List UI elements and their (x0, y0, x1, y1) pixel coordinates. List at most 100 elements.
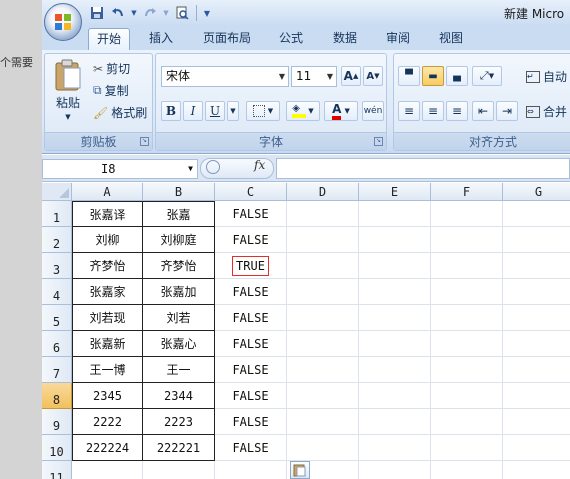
cell-g3[interactable] (503, 253, 570, 279)
redo-icon[interactable] (141, 4, 159, 22)
name-box[interactable]: I8 ▼ (42, 159, 198, 179)
fill-color-button[interactable]: ◈ ▼ (286, 101, 320, 121)
customize-qat-icon[interactable]: ▼ (202, 4, 212, 22)
paste-options-icon[interactable] (290, 461, 310, 479)
cell-d7[interactable] (287, 357, 359, 383)
tab-formulas[interactable]: 公式 (270, 28, 312, 50)
row-header-4[interactable]: 4 (42, 279, 72, 305)
merge-center-button[interactable]: ⇔ 合并 (526, 103, 567, 120)
cell-b8[interactable]: 2344 (143, 383, 215, 409)
cell-g11[interactable] (503, 461, 570, 479)
cell-d4[interactable] (287, 279, 359, 305)
cell-g5[interactable] (503, 305, 570, 331)
cell-e8[interactable] (359, 383, 431, 409)
cell-c2[interactable]: FALSE (215, 227, 287, 253)
font-name-combo[interactable]: 宋体 ▼ (161, 66, 289, 87)
cell-f8[interactable] (431, 383, 503, 409)
cell-f6[interactable] (431, 331, 503, 357)
underline-dropdown[interactable]: ▼ (227, 101, 239, 121)
cell-f5[interactable] (431, 305, 503, 331)
font-color-button[interactable]: A ▼ (324, 101, 358, 121)
cell-d6[interactable] (287, 331, 359, 357)
column-header-c[interactable]: C (215, 183, 287, 201)
cell-b1[interactable]: 张嘉 (143, 201, 215, 227)
column-header-d[interactable]: D (287, 183, 359, 201)
cell-a4[interactable]: 张嘉家 (72, 279, 143, 305)
cell-b10[interactable]: 222221 (143, 435, 215, 461)
select-all-button[interactable] (42, 183, 72, 201)
cell-e4[interactable] (359, 279, 431, 305)
cell-c3[interactable]: TRUE (215, 253, 287, 279)
cell-c10[interactable]: FALSE (215, 435, 287, 461)
align-top-button[interactable]: ▀ (398, 66, 420, 86)
cell-b9[interactable]: 2223 (143, 409, 215, 435)
print-preview-icon[interactable] (173, 4, 191, 22)
save-icon[interactable] (88, 4, 106, 22)
copy-button[interactable]: ⧉ 复制 (93, 82, 129, 99)
row-header-11[interactable]: 11 (42, 461, 72, 479)
cell-g8[interactable] (503, 383, 570, 409)
bold-button[interactable]: B (161, 101, 181, 121)
cell-a2[interactable]: 刘柳 (72, 227, 143, 253)
cell-e5[interactable] (359, 305, 431, 331)
cell-d8[interactable] (287, 383, 359, 409)
tab-view[interactable]: 视图 (430, 28, 472, 50)
insert-function-button[interactable]: fx (254, 158, 265, 172)
column-header-a[interactable]: A (72, 183, 143, 201)
tab-insert[interactable]: 插入 (140, 28, 182, 50)
align-left-button[interactable]: ≡ (398, 101, 420, 121)
cell-f9[interactable] (431, 409, 503, 435)
cell-c1[interactable]: FALSE (215, 201, 287, 227)
column-header-f[interactable]: F (431, 183, 503, 201)
cell-g7[interactable] (503, 357, 570, 383)
cell-f2[interactable] (431, 227, 503, 253)
search-icon[interactable] (206, 160, 220, 174)
tab-home[interactable]: 开始 (88, 28, 130, 50)
row-header-8[interactable]: 8 (42, 383, 72, 409)
cell-a1[interactable]: 张嘉译 (72, 201, 143, 227)
cell-a9[interactable]: 2222 (72, 409, 143, 435)
cell-d10[interactable] (287, 435, 359, 461)
cell-g9[interactable] (503, 409, 570, 435)
cell-g10[interactable] (503, 435, 570, 461)
increase-indent-button[interactable]: ⇥ (496, 101, 518, 121)
cell-f7[interactable] (431, 357, 503, 383)
row-header-5[interactable]: 5 (42, 305, 72, 331)
cell-c6[interactable]: FALSE (215, 331, 287, 357)
font-size-combo[interactable]: 11 ▼ (291, 66, 337, 87)
cell-f3[interactable] (431, 253, 503, 279)
undo-icon[interactable] (109, 4, 127, 22)
cell-a5[interactable]: 刘若现 (72, 305, 143, 331)
italic-button[interactable]: I (183, 101, 203, 121)
cell-g4[interactable] (503, 279, 570, 305)
row-header-2[interactable]: 2 (42, 227, 72, 253)
decrease-indent-button[interactable]: ⇤ (472, 101, 494, 121)
cell-b11[interactable] (143, 461, 215, 479)
cell-d3[interactable] (287, 253, 359, 279)
underline-button[interactable]: U (205, 101, 225, 121)
office-button[interactable] (44, 3, 82, 41)
cell-f4[interactable] (431, 279, 503, 305)
cut-button[interactable]: ✂ 剪切 (93, 60, 130, 77)
grow-font-button[interactable]: A ▲ (341, 66, 361, 86)
cell-e9[interactable] (359, 409, 431, 435)
cell-d9[interactable] (287, 409, 359, 435)
row-header-6[interactable]: 6 (42, 331, 72, 357)
column-header-g[interactable]: G (503, 183, 570, 201)
row-header-1[interactable]: 1 (42, 201, 72, 227)
cell-g6[interactable] (503, 331, 570, 357)
cell-c5[interactable]: FALSE (215, 305, 287, 331)
column-header-e[interactable]: E (359, 183, 431, 201)
cell-a6[interactable]: 张嘉新 (72, 331, 143, 357)
wrap-text-button[interactable]: ↵ 自动 (526, 68, 567, 85)
align-center-button[interactable]: ≡ (422, 101, 444, 121)
chevron-down-icon[interactable]: ▼ (130, 4, 138, 22)
cell-d2[interactable] (287, 227, 359, 253)
row-header-3[interactable]: 3 (42, 253, 72, 279)
column-header-b[interactable]: B (143, 183, 215, 201)
cell-d1[interactable] (287, 201, 359, 227)
cell-b5[interactable]: 刘若 (143, 305, 215, 331)
cell-a8[interactable]: 2345 (72, 383, 143, 409)
cell-d5[interactable] (287, 305, 359, 331)
align-bottom-button[interactable]: ▄ (446, 66, 468, 86)
